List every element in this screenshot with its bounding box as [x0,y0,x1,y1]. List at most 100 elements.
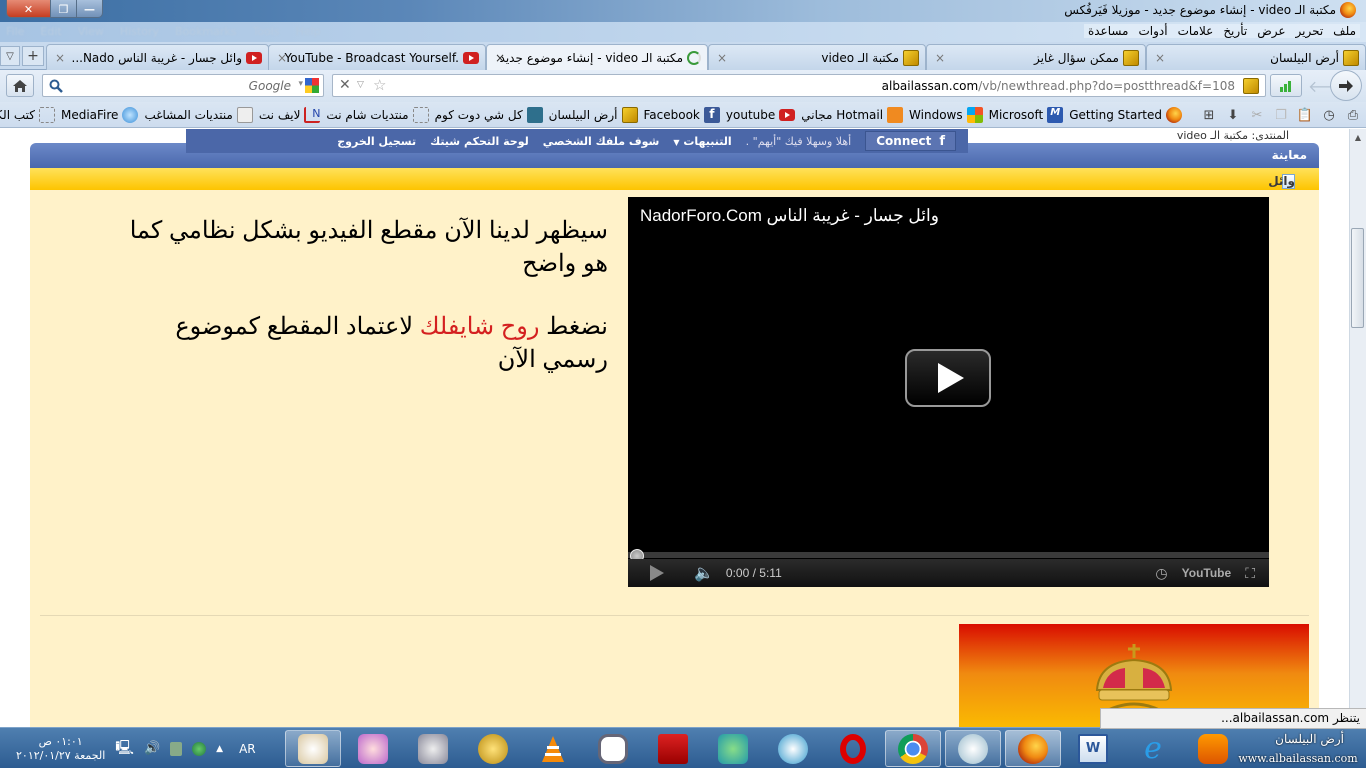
url-bar[interactable]: ✕ ▽ ☆ albailassan.com/vb/newthread.php?d… [332,74,1266,97]
download-manager-icon[interactable] [192,741,207,756]
history-clock-icon[interactable]: ◷ [1320,106,1338,124]
new-tab-button[interactable]: + [22,46,44,66]
taskbar-gadget[interactable] [945,730,1001,767]
menu-tools[interactable]: أدوات [1139,24,1168,38]
arrow-right-icon [1339,79,1353,92]
bookmark-windows[interactable]: Windows [909,107,983,123]
youtube-video-player[interactable]: NadorForo.Com وائل جسار - غريبة الناس 🔈 … [628,197,1269,587]
print-icon[interactable]: ⎙ [1344,106,1362,124]
menu-edit[interactable]: تحرير [1296,24,1324,38]
home-button[interactable] [6,74,34,97]
facebook-connect-button[interactable]: f Connect [865,131,956,151]
page-scrollbar[interactable]: ▲ [1349,129,1366,727]
network-icon[interactable]: 🖳 [115,737,134,761]
bookmark-microsoft[interactable]: M Microsoft [989,107,1064,123]
taskbar-word[interactable]: W [1065,730,1121,767]
restore-window-button[interactable]: ❐ [50,0,76,17]
search-input[interactable]: Google ▾ [42,74,324,97]
close-tab-icon[interactable]: × [277,51,287,65]
taskbar-messenger[interactable] [705,730,761,767]
new-window-icon[interactable]: ⊞ [1200,106,1218,124]
stop-icon[interactable]: ✕ [339,77,351,93]
menu-history[interactable]: تأريخ [1223,24,1247,38]
bookmark-facebook[interactable]: f Facebook [644,107,720,123]
albailassan-icon [1343,49,1359,66]
list-all-tabs-button[interactable]: ▽ [0,46,20,66]
bookmark-mushaghib[interactable]: منتديات المشاغب [144,107,253,123]
bookmark-hotmail[interactable]: Hotmail مجاني [801,107,904,123]
alerts-link[interactable]: التنبيهات ▼ [673,135,731,148]
tab-youtube[interactable]: YouTube - Broadcast Yourself. × [268,44,486,70]
minimize-window-button[interactable]: — [76,0,102,17]
profile-link[interactable]: شوف ملفك الشخصي [543,135,660,148]
scrollbar-thumb[interactable] [1351,228,1364,328]
bookmark-albailassan[interactable]: أرض البيلسان [549,107,638,123]
page-speed-button[interactable] [1270,74,1302,97]
youtube-logo-button[interactable]: YouTube [1182,566,1232,580]
bookmark-livenet[interactable]: N لايف نت [259,107,321,123]
tab-albailassan[interactable]: أرض البيلسان × [1146,44,1366,70]
taskbar-internet-explorer[interactable]: e [1125,730,1181,767]
menu-view[interactable]: عرض [1257,24,1285,38]
show-hidden-icons-icon[interactable]: ▲ [216,744,223,754]
menu-file[interactable]: ملف [1333,24,1356,38]
download-icon[interactable]: ⬇ [1224,106,1242,124]
close-tab-icon[interactable]: × [935,51,945,65]
taskbar-alrafi[interactable] [465,730,521,767]
language-indicator[interactable]: AR [239,742,256,756]
taskbar-snipping-tool[interactable] [345,730,401,767]
taskbar-vlc[interactable] [525,730,581,767]
menu-bookmarks[interactable]: علامات [1178,24,1214,38]
bookmark-kolshi[interactable]: كل شي دوت كوم [435,107,543,123]
bookmark-youtube[interactable]: youtube [726,107,796,123]
tab-new-thread[interactable]: مكتبة الـ video - إنشاء موضوع جديد × [486,44,708,71]
forum-breadcrumb[interactable]: المنتدى: مكتبة الـ video [1177,129,1289,142]
video-progress-bar[interactable] [628,552,1269,558]
big-play-button[interactable] [905,349,991,407]
taskbar-safari[interactable] [765,730,821,767]
watch-later-clock-icon[interactable]: ◷ [1155,565,1167,582]
bookmark-star-icon[interactable]: ☆ [373,76,386,94]
forward-button[interactable] [1330,70,1362,101]
menu-help[interactable]: مساعدة [1088,24,1129,38]
close-tab-icon[interactable]: × [1155,51,1165,65]
cut-icon[interactable]: ✂ [1248,106,1266,124]
submit-highlight-text: روح شايفلك [419,313,540,340]
scroll-up-icon[interactable]: ▲ [1350,133,1366,142]
taskbar-opera[interactable] [825,730,881,767]
close-window-button[interactable]: ✕ [7,0,50,17]
bookmark-getting-started[interactable]: Getting Started [1069,107,1182,123]
youtube-icon [779,109,796,121]
logout-link[interactable]: تسجيل الخروج [337,135,416,148]
site-identity-icon[interactable] [1243,78,1259,94]
google-icon[interactable] [305,78,319,93]
paste-icon[interactable]: 📋 [1296,106,1314,124]
bookmark-shamnet[interactable]: منتديات شام نت [326,107,429,123]
volume-icon[interactable]: 🔈 [694,563,714,583]
close-tab-icon[interactable]: × [495,51,505,65]
tab-question[interactable]: ممكن سؤال غايز × [926,44,1146,70]
control-panel-link[interactable]: لوحة التحكم شيتك [430,135,529,148]
taskbar-chrome[interactable] [885,730,941,767]
fullscreen-icon[interactable]: ⛶ [1245,565,1255,582]
play-icon[interactable] [650,565,664,581]
clock[interactable]: ٠١:٠١ ص الجمعة ٢٠١٢/٠١/٢٧ [16,735,105,763]
taskbar-media-player[interactable] [1185,730,1241,767]
copy-icon[interactable]: ❐ [1272,106,1290,124]
search-engine-dropdown-icon[interactable]: ▾ [298,79,303,89]
close-tab-icon[interactable]: × [717,51,727,65]
speaker-icon[interactable]: 🔊 [144,741,160,756]
taskbar-utility[interactable] [405,730,461,767]
taskbar-paint[interactable] [285,730,341,767]
bookmark-ebooks[interactable]: كتب الكترونية مهمة [0,107,55,123]
taskbar-firefox[interactable] [1005,730,1061,767]
taskbar-app[interactable] [585,730,641,767]
video-title[interactable]: NadorForo.Com وائل جسار - غريبة الناس [640,206,939,226]
tab-wael-jassar[interactable]: وائل جسار - غريبة الناس Nado... × [46,44,269,70]
close-tab-icon[interactable]: × [55,51,65,65]
tab-video-library[interactable]: مكتبة الـ video × [708,44,926,70]
taskbar-acrobat[interactable] [645,730,701,767]
safely-remove-icon[interactable] [170,741,183,756]
url-history-dropdown-icon[interactable]: ▽ [357,80,364,90]
bookmark-mediafire[interactable]: MediaFire [61,107,139,123]
